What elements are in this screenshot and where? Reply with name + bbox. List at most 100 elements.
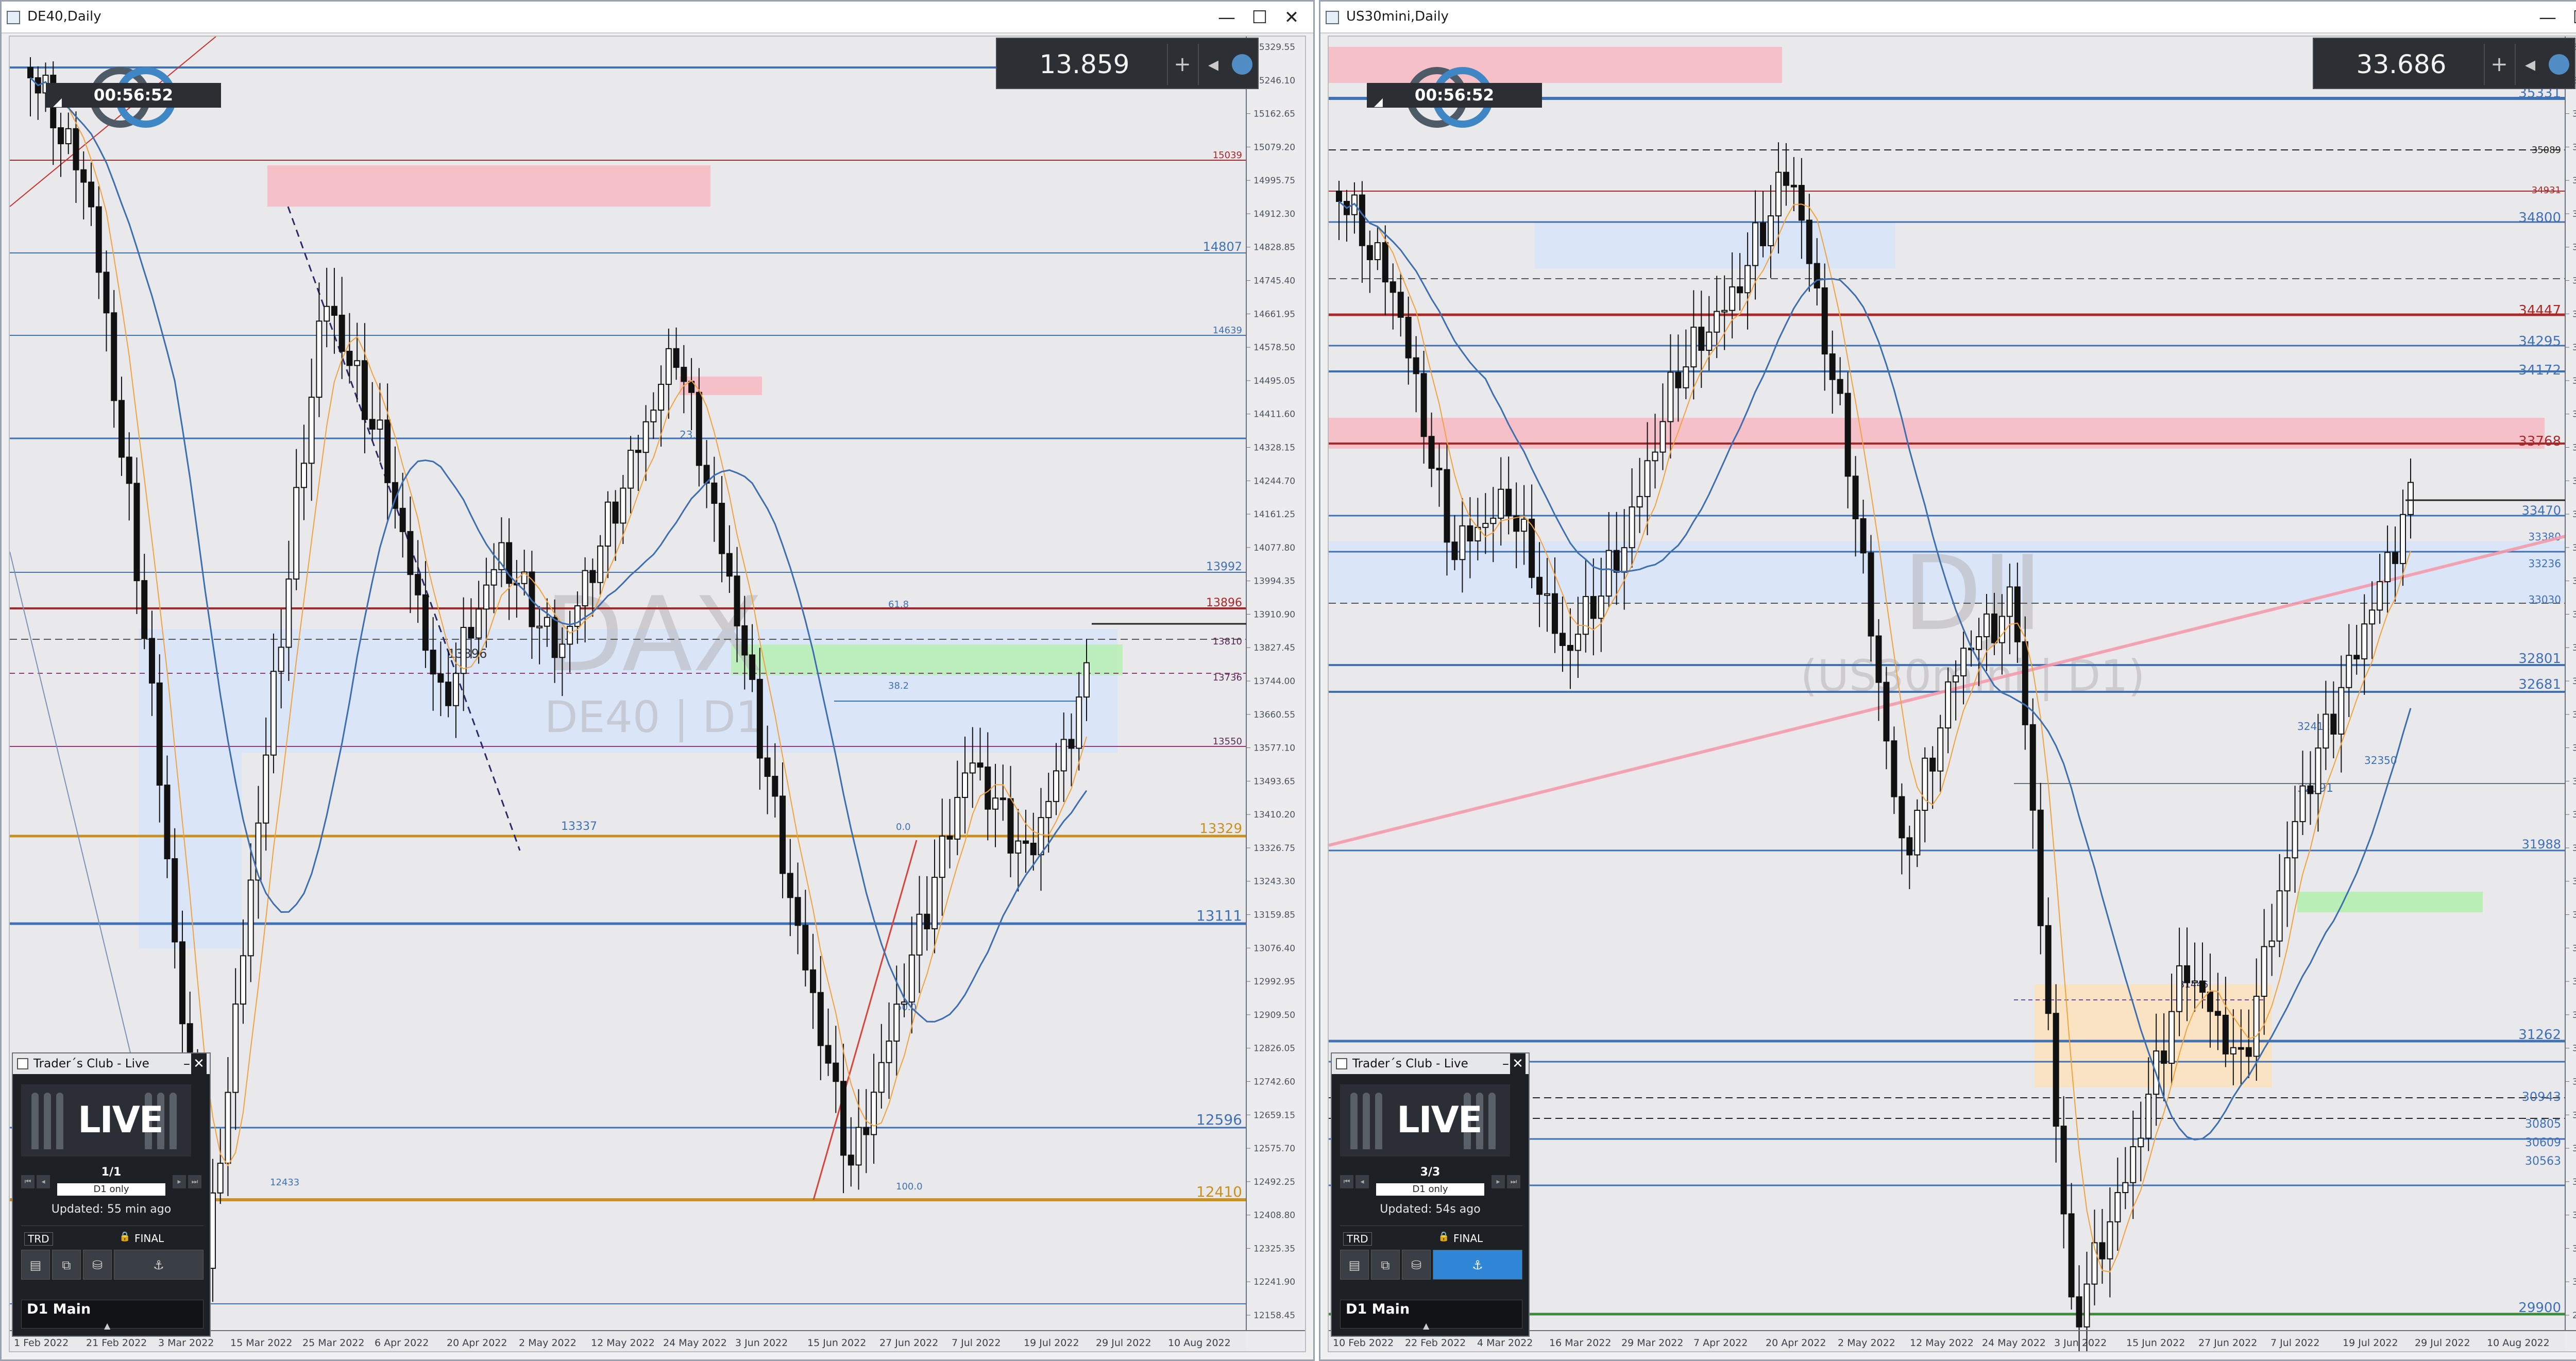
candle-body xyxy=(1567,644,1573,651)
candle-body xyxy=(1875,635,1882,683)
left-titlebar[interactable]: DE40,Daily — ☐ ✕ xyxy=(2,2,1313,33)
first-page-icon[interactable]: ⏮ xyxy=(1340,1175,1353,1188)
candle-body xyxy=(665,348,672,385)
left-price-plus-button[interactable]: + xyxy=(1167,44,1197,85)
candle-body xyxy=(316,320,323,398)
right-chart-window: US30mini,Daily — ☐ ✕ DJI(US30mini | D1)3… xyxy=(1319,0,2576,1361)
left-minimize-button[interactable]: — xyxy=(1212,5,1241,30)
document-icon[interactable]: ▤ xyxy=(1340,1250,1369,1280)
candle-body xyxy=(1837,379,1843,394)
candle-body xyxy=(2130,1146,2137,1183)
last-page-icon[interactable]: ⏭ xyxy=(1507,1175,1520,1188)
price-tick-label: 14745.40 xyxy=(1253,276,1295,286)
price-tick-label: 33226.00 xyxy=(2572,576,2576,587)
candle-body xyxy=(1621,547,1628,573)
right-panel-count: 3/3 xyxy=(1420,1166,1440,1179)
left-price-collapse-button[interactable]: ◂ xyxy=(1198,44,1228,85)
price-tick-label: 13243.30 xyxy=(1253,877,1295,887)
candle-body xyxy=(582,570,588,607)
right-price-box: 33.686 + ◂ xyxy=(2313,38,2575,89)
candle-body xyxy=(156,682,163,786)
right-countdown-value: 00:56:52 xyxy=(1414,86,1495,105)
candle-body xyxy=(1382,242,1388,283)
right-titlebar[interactable]: US30mini,Daily — ☐ ✕ xyxy=(1320,2,2576,33)
level-label: 12410 xyxy=(1196,1183,1242,1200)
next-page-icon[interactable]: ▸ xyxy=(173,1175,186,1188)
candle-body xyxy=(1829,353,1836,380)
candle-body xyxy=(1359,194,1365,246)
next-page-icon[interactable]: ▸ xyxy=(1492,1175,1505,1188)
candle-body xyxy=(1636,496,1643,508)
price-tick-label: 31885.00 xyxy=(2572,877,2576,887)
price-tick-label: 15079.20 xyxy=(1253,142,1295,152)
candle-body xyxy=(1436,468,1443,471)
document-icon[interactable]: ▤ xyxy=(21,1250,50,1280)
silhouette-icon xyxy=(1363,1093,1370,1149)
price-tick-label: 13410.20 xyxy=(1253,810,1295,820)
prev-page-icon[interactable]: ◂ xyxy=(1355,1175,1369,1188)
candle-body xyxy=(1490,517,1497,524)
right-panel-minimize-button[interactable]: – xyxy=(1502,1053,1509,1074)
right-panel-header[interactable]: Trader´s Club - Live – ✕ xyxy=(1332,1053,1529,1074)
target-zone xyxy=(2297,892,2483,912)
price-tick-label: 32928.00 xyxy=(2572,643,2576,653)
right-panel-select[interactable]: D1 only xyxy=(1376,1183,1484,1196)
candle-body xyxy=(377,419,383,430)
right-panel-main-selector[interactable]: D1 Main ▲ xyxy=(1340,1300,1522,1331)
price-tick-label: 34567.00 xyxy=(2572,276,2576,286)
right-panel-nav: ⏮ ◂ 3/3 D1 only ▸ ⏭ xyxy=(1340,1166,1522,1197)
candle-body xyxy=(300,463,307,488)
price-tick-label: 14828.85 xyxy=(1253,243,1295,253)
date-tick-label: 2 May 2022 xyxy=(519,1337,577,1349)
candle-body xyxy=(2168,1011,2175,1064)
candle-body xyxy=(209,1192,216,1269)
database-icon[interactable]: ⛁ xyxy=(1402,1250,1431,1280)
left-panel-minimize-button[interactable]: – xyxy=(183,1053,190,1074)
level-label: 31988 xyxy=(2522,837,2561,852)
database-icon[interactable]: ⛁ xyxy=(83,1250,112,1280)
prev-page-icon[interactable]: ◂ xyxy=(37,1175,50,1188)
candle-body xyxy=(1953,675,1959,683)
price-tick-label: 12826.05 xyxy=(1253,1044,1295,1054)
left-panel-select[interactable]: D1 only xyxy=(57,1183,165,1196)
right-maximize-button[interactable]: ☐ xyxy=(2566,5,2576,30)
right-minimize-button[interactable]: — xyxy=(2533,5,2562,30)
left-panel-header[interactable]: Trader´s Club - Live – ✕ xyxy=(13,1053,210,1074)
first-page-icon[interactable]: ⏮ xyxy=(21,1175,35,1188)
candle-body xyxy=(855,1127,862,1166)
candle-body xyxy=(1698,327,1705,351)
right-price-collapse-button[interactable]: ◂ xyxy=(2515,44,2545,85)
level-label: 12596 xyxy=(1196,1111,1242,1128)
candle-body xyxy=(95,206,102,273)
right-panel-close-button[interactable]: ✕ xyxy=(1510,1053,1526,1074)
price-tick-label: 15329.55 xyxy=(1253,42,1295,53)
silhouette-icon xyxy=(56,1093,63,1149)
left-panel-tools: TRD 🔒 FINAL ▤ ⧉ ⛁ ⚓ xyxy=(21,1226,204,1282)
left-close-button[interactable]: ✕ xyxy=(1277,5,1306,30)
right-price-plus-button[interactable]: + xyxy=(2484,44,2514,85)
price-tick-label: 14661.95 xyxy=(1253,309,1295,319)
silhouette-icon xyxy=(1488,1093,1496,1149)
level-label: 35089 xyxy=(2532,145,2561,156)
date-tick-label: 29 Mar 2022 xyxy=(1621,1337,1683,1349)
right-main-label: D1 Main xyxy=(1346,1301,1410,1317)
level-label: 13736 xyxy=(1213,672,1242,683)
last-page-icon[interactable]: ⏭ xyxy=(188,1175,201,1188)
candle-body xyxy=(57,127,64,144)
left-panel-main-selector[interactable]: D1 Main ▲ xyxy=(21,1300,204,1331)
price-tick-label: 30693.00 xyxy=(2572,1144,2576,1154)
candle-body xyxy=(825,1045,832,1064)
candle-body xyxy=(1060,739,1067,772)
anchor-icon[interactable]: ⚓ xyxy=(1433,1250,1522,1280)
left-maximize-button[interactable]: ☐ xyxy=(1245,5,1274,30)
left-panel-close-button[interactable]: ✕ xyxy=(191,1053,207,1074)
anchor-icon[interactable]: ⚓ xyxy=(114,1250,204,1280)
candle-body xyxy=(65,128,72,144)
candle-body xyxy=(612,501,619,524)
date-tick-label: 15 Jun 2022 xyxy=(2126,1337,2185,1349)
candle-body xyxy=(2238,1047,2244,1050)
windows-icon[interactable]: ⧉ xyxy=(52,1250,81,1280)
candle-body xyxy=(2114,1192,2121,1222)
candle-body xyxy=(247,879,254,957)
windows-icon[interactable]: ⧉ xyxy=(1371,1250,1400,1280)
